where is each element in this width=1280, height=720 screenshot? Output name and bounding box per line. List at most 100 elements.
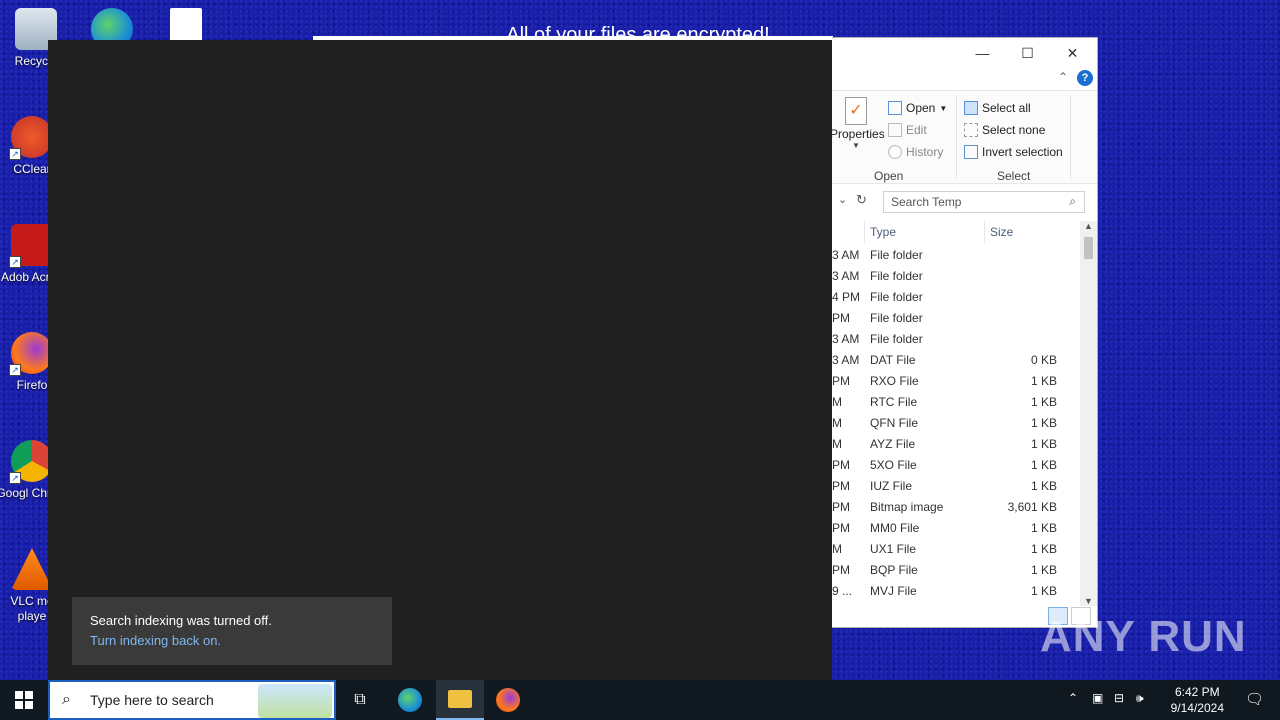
acrobat-icon: ↗ xyxy=(9,224,53,268)
file-type-cell: File folder xyxy=(870,269,923,283)
vlc-icon xyxy=(11,548,53,590)
chevron-down-icon: ▼ xyxy=(939,103,948,113)
open-button[interactable]: Open ▼ xyxy=(888,101,947,115)
search-highlight-icon xyxy=(258,684,332,718)
system-tray: ⌃ ▣ ⊟ 🕪 6:42 PM 9/14/2024 🗨 xyxy=(1060,680,1280,720)
taskbar-edge-button[interactable] xyxy=(386,680,434,720)
dark-overlay-window[interactable] xyxy=(48,40,832,680)
taskbar-file-explorer-button[interactable] xyxy=(436,680,484,720)
firefox-icon: ↗ xyxy=(9,332,53,376)
file-type-cell: DAT File xyxy=(870,353,916,367)
chevron-down-icon: ▼ xyxy=(852,141,860,150)
chrome-icon: ↗ xyxy=(9,440,53,484)
file-type-cell: IUZ File xyxy=(870,479,912,493)
device-icon[interactable]: ▣ xyxy=(1092,691,1103,705)
properties-button[interactable]: ✓ Properties ▼ xyxy=(830,97,885,150)
firefox-icon xyxy=(496,688,520,712)
notification-toast[interactable]: Search indexing was turned off. Turn ind… xyxy=(72,597,392,665)
ccleaner-icon: ↗ xyxy=(9,116,53,160)
taskbar-clock[interactable]: 6:42 PM 9/14/2024 xyxy=(1171,684,1224,716)
file-row[interactable]: PM 5XO File 1 KB xyxy=(832,455,1097,476)
file-row[interactable]: 3 AM File folder xyxy=(832,245,1097,266)
file-size-cell: 1 KB xyxy=(1030,521,1057,535)
task-view-button[interactable]: ⧉ xyxy=(336,680,384,720)
file-explorer-window[interactable]: — ☐ ✕ ⌃ ? ✓ Properties ▼ Open ▼ Edit His… xyxy=(830,37,1098,628)
file-date-cell: M xyxy=(832,542,842,556)
invert-selection-button[interactable]: Invert selection xyxy=(964,145,1063,159)
address-dropdown-icon[interactable]: ⌄ xyxy=(838,193,847,206)
file-row[interactable]: PM Bitmap image 3,601 KB xyxy=(832,497,1097,518)
file-date-cell: PM xyxy=(832,521,850,535)
file-row[interactable]: PM IUZ File 1 KB xyxy=(832,476,1097,497)
file-type-cell: BQP File xyxy=(870,563,918,577)
history-button[interactable]: History xyxy=(888,145,943,159)
file-size-cell: 1 KB xyxy=(1030,479,1057,493)
start-button[interactable] xyxy=(0,680,48,720)
toast-message: Search indexing was turned off. xyxy=(90,613,272,628)
network-icon[interactable]: ⊟ xyxy=(1114,691,1124,705)
file-row[interactable]: M UX1 File 1 KB xyxy=(832,539,1097,560)
file-row[interactable]: PM BQP File 1 KB xyxy=(832,560,1097,581)
file-row[interactable]: PM File folder xyxy=(832,308,1097,329)
explorer-titlebar[interactable]: — ☐ ✕ xyxy=(832,38,1097,68)
volume-icon[interactable]: 🕪 xyxy=(1136,691,1144,706)
taskbar-firefox-button[interactable] xyxy=(484,680,532,720)
file-date-cell: PM xyxy=(832,500,850,514)
file-row[interactable]: 4 PM File folder xyxy=(832,287,1097,308)
maximize-button[interactable]: ☐ xyxy=(1005,38,1050,68)
file-date-cell: PM xyxy=(832,563,850,577)
ribbon: ✓ Properties ▼ Open ▼ Edit History Open … xyxy=(830,90,1097,184)
file-date-cell: M xyxy=(832,416,842,430)
file-row[interactable]: 3 AM File folder xyxy=(832,266,1097,287)
scroll-up-icon[interactable]: ▲ xyxy=(1084,221,1093,231)
edit-button[interactable]: Edit xyxy=(888,123,927,137)
file-row[interactable]: M AYZ File 1 KB xyxy=(832,434,1097,455)
toast-action-link[interactable]: Turn indexing back on. xyxy=(90,633,374,648)
group-label-select: Select xyxy=(997,169,1031,183)
file-type-cell: RTC File xyxy=(870,395,918,409)
select-none-button[interactable]: Select none xyxy=(964,123,1045,137)
file-row[interactable]: 3 AM File folder xyxy=(832,329,1097,350)
file-date-cell: PM xyxy=(832,374,850,388)
file-row[interactable]: 3 AM DAT File 0 KB xyxy=(832,350,1097,371)
scrollbar-thumb[interactable] xyxy=(1084,237,1093,259)
file-row[interactable]: M RTC File 1 KB xyxy=(832,392,1097,413)
ribbon-collapse-icon[interactable]: ⌃ xyxy=(1058,70,1068,84)
file-list: 3 AM File folder 3 AM File folder 4 PM File f… xyxy=(832,245,1097,602)
address-row: ⌄ ↻ Search Temp ⌕ xyxy=(832,184,1097,219)
file-size-cell: 3,601 KB xyxy=(1007,500,1057,514)
refresh-icon[interactable]: ↻ xyxy=(856,192,867,208)
vertical-scrollbar[interactable]: ▲ ▼ xyxy=(1080,221,1097,606)
file-type-cell: QFN File xyxy=(870,416,918,430)
ribbon-divider xyxy=(1070,95,1071,179)
file-size-cell: 1 KB xyxy=(1030,458,1057,472)
chevron-up-icon[interactable]: ⌃ xyxy=(1068,691,1078,705)
close-button[interactable]: ✕ xyxy=(1050,38,1095,68)
file-size-cell: 1 KB xyxy=(1030,542,1057,556)
help-icon[interactable]: ? xyxy=(1077,70,1093,86)
file-row[interactable]: PM RXO File 1 KB xyxy=(832,371,1097,392)
column-header-size[interactable]: Size xyxy=(990,225,1013,239)
select-all-button[interactable]: Select all xyxy=(964,101,1031,115)
column-header-type[interactable]: Type xyxy=(870,225,896,239)
file-date-cell: 9 ... xyxy=(832,584,853,598)
minimize-button[interactable]: — xyxy=(960,38,1005,68)
scroll-down-icon[interactable]: ▼ xyxy=(1084,596,1093,606)
file-row[interactable]: M QFN File 1 KB xyxy=(832,413,1097,434)
select-all-icon xyxy=(964,101,978,115)
group-label-open: Open xyxy=(874,169,904,183)
file-size-cell: 1 KB xyxy=(1030,584,1057,598)
column-divider xyxy=(864,221,865,243)
properties-icon: ✓ xyxy=(845,97,867,125)
file-type-cell: MM0 File xyxy=(870,521,920,535)
file-row[interactable]: 9 ... MVJ File 1 KB xyxy=(832,581,1097,602)
file-row[interactable]: PM MM0 File 1 KB xyxy=(832,518,1097,539)
file-date-cell: 3 AM xyxy=(832,353,860,367)
notification-center-icon[interactable]: 🗨 xyxy=(1245,690,1264,708)
taskbar-search-input[interactable]: ⌕ Type here to search xyxy=(48,680,336,720)
search-icon: ⌕ xyxy=(62,691,71,708)
file-type-cell: AYZ File xyxy=(870,437,916,451)
file-date-cell: PM xyxy=(832,479,850,493)
file-date-cell: M xyxy=(832,437,842,451)
search-input[interactable]: Search Temp ⌕ xyxy=(883,191,1085,213)
